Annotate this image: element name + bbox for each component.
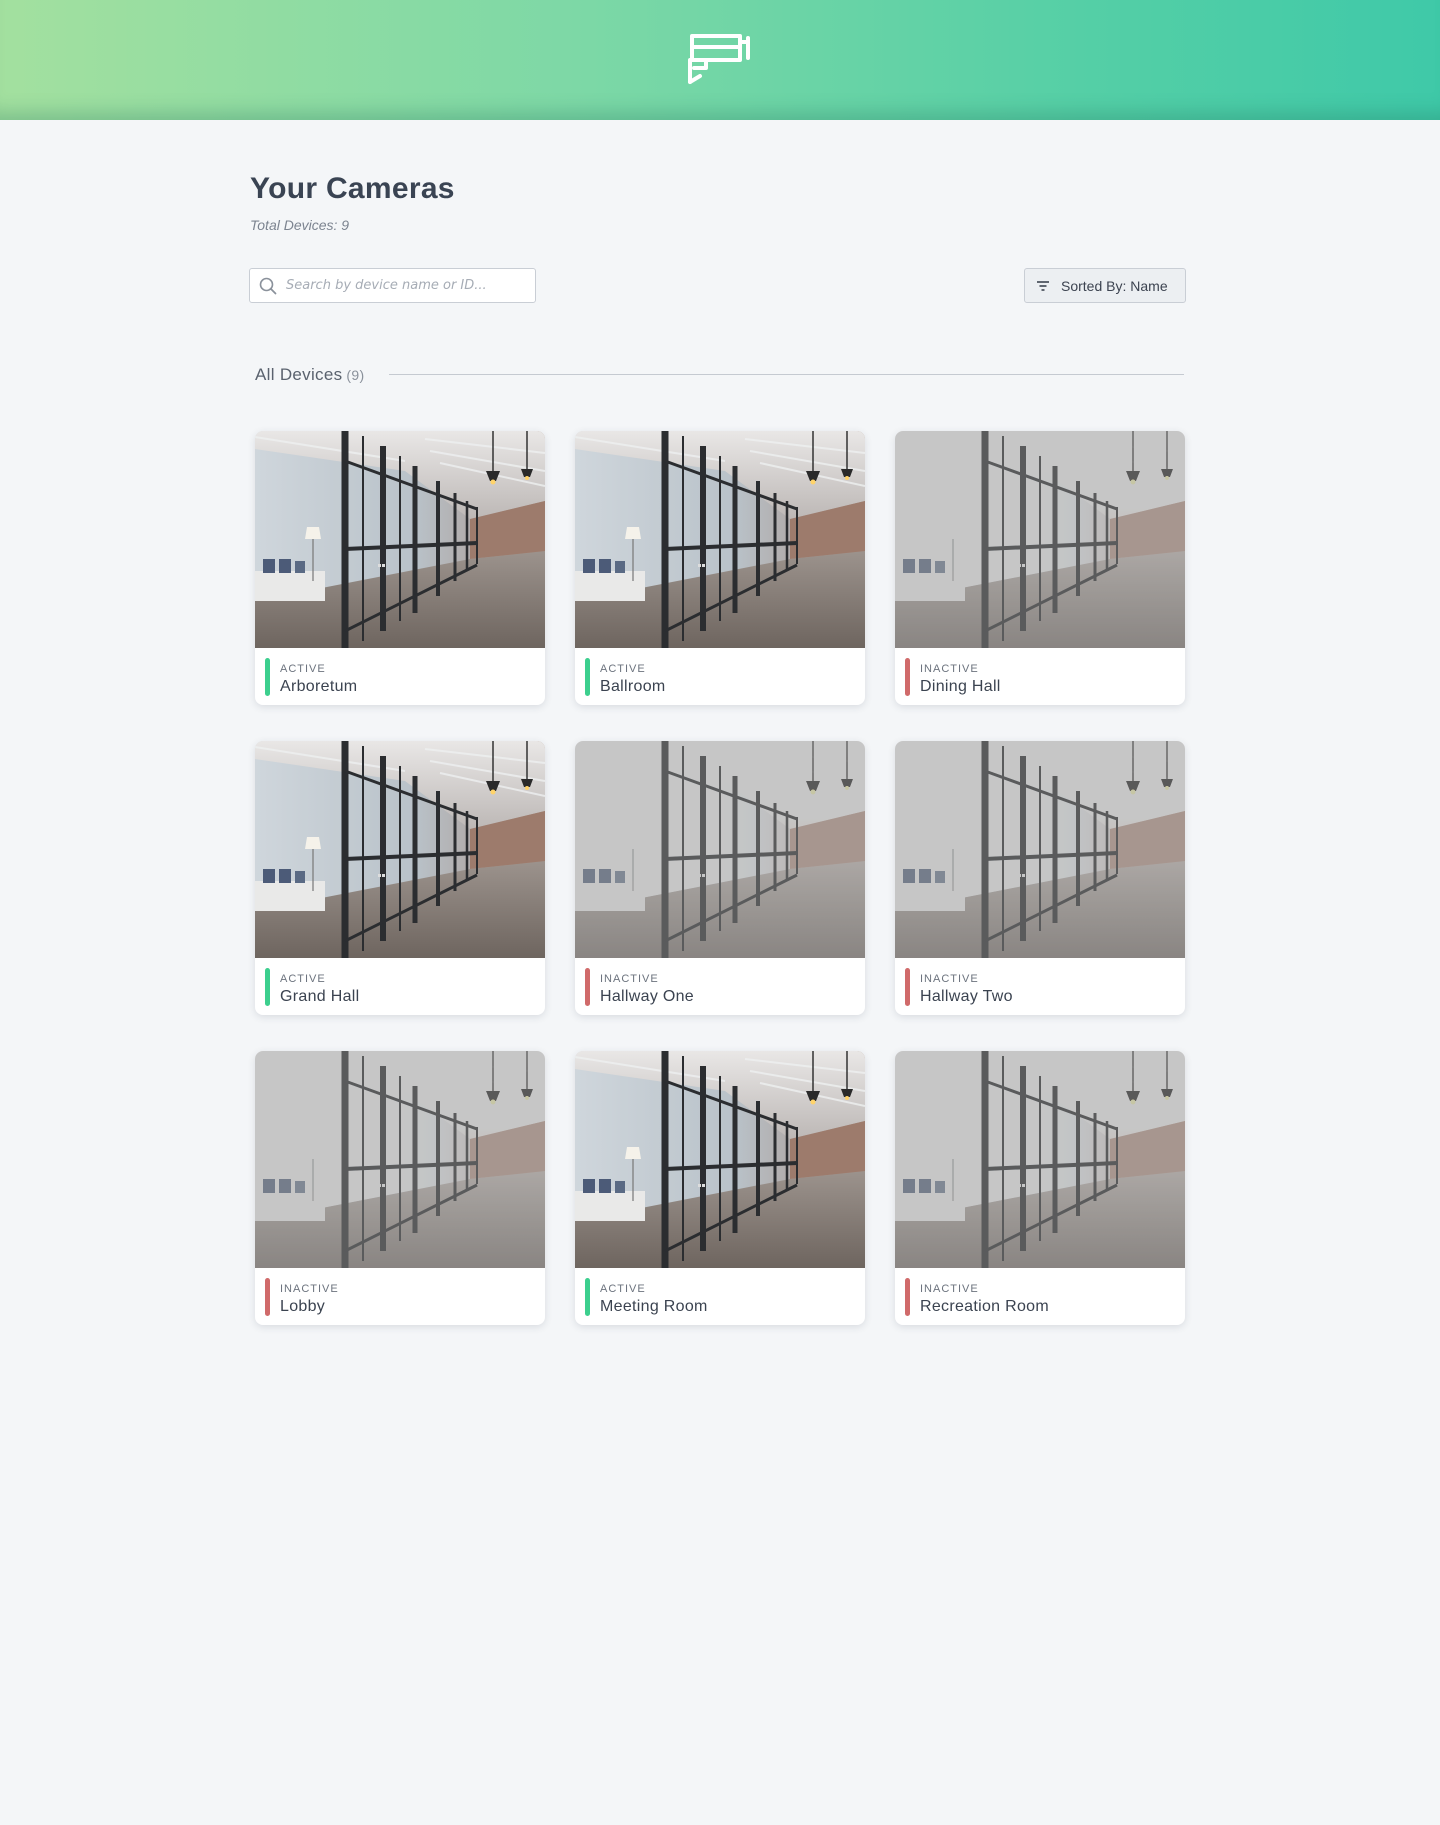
device-name: Lobby [280, 1298, 326, 1315]
sort-button[interactable]: Sorted By: Name [1024, 268, 1186, 303]
status-indicator [905, 658, 910, 696]
device-name: Hallway One [600, 988, 695, 1005]
status-indicator [905, 1278, 910, 1316]
device-card[interactable]: INACTIVE Dining Hall [895, 431, 1185, 705]
device-name: Meeting Room [600, 1298, 708, 1315]
device-name: Recreation Room [920, 1298, 1049, 1315]
camera-thumbnail [895, 741, 1185, 958]
status-indicator [585, 968, 590, 1006]
section-divider [389, 374, 1184, 375]
device-card[interactable]: ACTIVE Meeting Room [575, 1051, 865, 1325]
camera-thumbnail [575, 741, 865, 958]
status-indicator [905, 968, 910, 1006]
camera-thumbnail [255, 431, 545, 648]
device-card[interactable]: INACTIVE Lobby [255, 1051, 545, 1325]
camera-thumbnail [255, 741, 545, 958]
search-box[interactable] [249, 268, 536, 303]
device-card[interactable]: ACTIVE Arboretum [255, 431, 545, 705]
section-count: (9) [346, 367, 365, 383]
device-card[interactable]: ACTIVE Grand Hall [255, 741, 545, 1015]
status-indicator [265, 968, 270, 1006]
section-heading: All Devices (9) [255, 365, 364, 385]
status-label: ACTIVE [600, 663, 646, 675]
status-indicator [265, 1278, 270, 1316]
status-indicator [585, 1278, 590, 1316]
status-label: INACTIVE [920, 663, 979, 675]
section-title: All Devices [255, 365, 343, 384]
status-label: INACTIVE [280, 1283, 339, 1295]
status-label: INACTIVE [600, 973, 659, 985]
status-label: ACTIVE [280, 973, 326, 985]
device-name: Arboretum [280, 678, 358, 695]
status-indicator [265, 658, 270, 696]
camera-thumbnail [895, 1051, 1185, 1268]
device-card[interactable]: ACTIVE Ballroom [575, 431, 865, 705]
status-label: ACTIVE [600, 1283, 646, 1295]
filter-icon [1037, 281, 1049, 291]
security-camera-icon [688, 34, 750, 84]
status-indicator [585, 658, 590, 696]
camera-thumbnail [255, 1051, 545, 1268]
status-label: INACTIVE [920, 973, 979, 985]
page-title: Your Cameras [250, 172, 455, 205]
top-header [0, 0, 1440, 120]
device-name: Hallway Two [920, 988, 1013, 1005]
total-devices-label: Total Devices: 9 [250, 217, 350, 233]
device-card[interactable]: INACTIVE Recreation Room [895, 1051, 1185, 1325]
device-card[interactable]: INACTIVE Hallway One [575, 741, 865, 1015]
device-name: Grand Hall [280, 988, 360, 1005]
device-name: Ballroom [600, 678, 666, 695]
device-card[interactable]: INACTIVE Hallway Two [895, 741, 1185, 1015]
search-input[interactable] [286, 269, 531, 302]
sort-label: Sorted By: Name [1061, 278, 1168, 294]
camera-thumbnail [895, 431, 1185, 648]
camera-thumbnail [575, 431, 865, 648]
search-icon [259, 277, 277, 295]
status-label: INACTIVE [920, 1283, 979, 1295]
status-label: ACTIVE [280, 663, 326, 675]
device-name: Dining Hall [920, 678, 1001, 695]
camera-thumbnail [575, 1051, 865, 1268]
